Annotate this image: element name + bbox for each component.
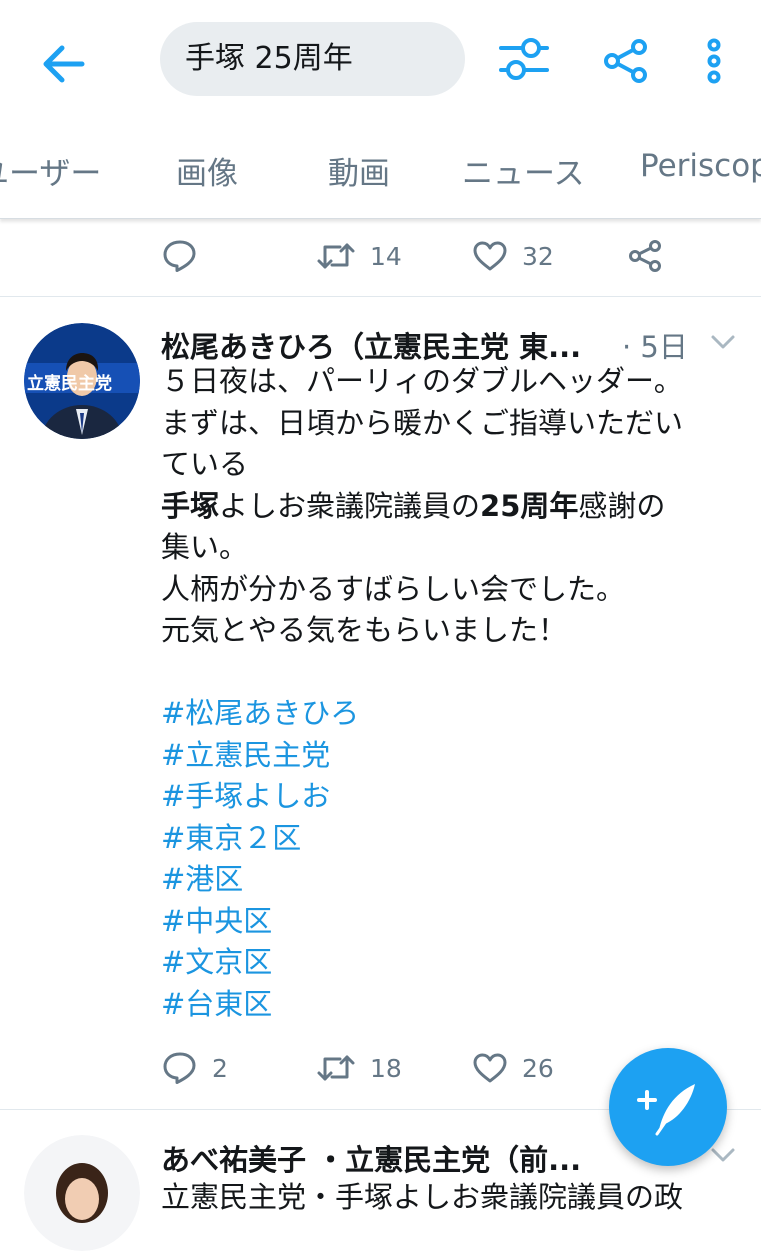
back-arrow-icon[interactable] (40, 40, 88, 88)
search-input[interactable]: 手塚 25周年 (160, 22, 465, 96)
prev-tweet-actions: 14 32 (0, 231, 761, 281)
reply-button[interactable]: 2 (162, 1043, 228, 1093)
hashtag-link[interactable]: #文京区 (161, 942, 741, 984)
retweet-icon (317, 243, 355, 269)
avatar-party-text: 立憲民主党 (27, 373, 112, 394)
retweet-button[interactable]: 18 (316, 1043, 402, 1093)
compose-tweet-button[interactable] (609, 1048, 727, 1166)
tweet-author[interactable]: あべ祐美子 ・立憲民主党（前... (161, 1137, 581, 1179)
tweet-author[interactable]: 松尾あきひろ（立憲民主党 東... (161, 324, 581, 366)
tweet-line: 集い。 (161, 530, 249, 564)
more-vertical-icon[interactable] (703, 38, 725, 84)
retweet-button[interactable]: 14 (316, 231, 402, 281)
highlight-keyword: 手塚 (161, 488, 220, 523)
reply-icon (163, 1052, 196, 1084)
heart-icon (473, 1053, 507, 1083)
heart-icon (473, 241, 507, 271)
hashtag-link[interactable]: #台東区 (161, 984, 741, 1026)
hashtag-link[interactable]: #松尾あきひろ (161, 693, 741, 735)
like-button[interactable]: 26 (472, 1043, 554, 1093)
tweet-text: ５日夜は、パーリィのダブルヘッダー。 まずは、日頃から暖かくご指導いただい てい… (161, 361, 741, 1025)
avatar[interactable]: 立憲民主党 (24, 323, 140, 439)
tweet-line: 手塚よしお衆議院議員の25周年感謝の (161, 488, 666, 523)
tweet-line: ている (161, 447, 249, 481)
share-icon[interactable] (603, 38, 649, 84)
like-button[interactable]: 32 (472, 231, 554, 281)
hashtag-link[interactable]: #中央区 (161, 901, 741, 943)
reply-button[interactable] (162, 231, 198, 281)
tweet-line: 元気とやる気をもらいました！ (161, 613, 568, 647)
search-tabs: ユーザー 画像 動画 ニュース Periscope (0, 130, 761, 219)
tab-videos[interactable]: 動画 (328, 148, 390, 193)
filter-icon[interactable] (497, 36, 551, 84)
tweet-line: 立憲民主党・手塚よしお衆議院議員の政 (161, 1180, 684, 1214)
tab-news[interactable]: ニュース (462, 148, 584, 193)
retweet-icon (317, 1055, 355, 1081)
tab-users[interactable]: ユーザー (0, 148, 101, 193)
tab-periscope[interactable]: Periscope (640, 148, 761, 184)
hashtag-link[interactable]: #港区 (161, 859, 741, 901)
retweet-count: 14 (370, 241, 402, 271)
avatar[interactable] (24, 1135, 140, 1251)
like-count: 32 (522, 241, 554, 271)
top-bar: 手塚 25周年 (0, 0, 761, 130)
like-count: 26 (522, 1053, 554, 1083)
tweet-line: まずは、日頃から暖かくご指導いただい (161, 405, 684, 440)
hashtag-link[interactable]: #手塚よしお (161, 776, 741, 818)
reply-count: 2 (212, 1053, 228, 1083)
retweet-count: 18 (370, 1053, 402, 1083)
tweet-time: · 5日 (622, 330, 688, 364)
highlight-keyword: 25周年 (480, 488, 579, 523)
hashtag-link[interactable]: #立憲民主党 (161, 735, 741, 777)
divider (0, 296, 761, 297)
share-tweet-button[interactable] (628, 231, 662, 281)
reply-icon (163, 240, 196, 272)
tweet-line: 人柄が分かるすばらしい会でした。 (161, 571, 626, 606)
tweet-line: ５日夜は、パーリィのダブルヘッダー。 (161, 364, 683, 398)
next-tweet-text: 立憲民主党・手塚よしお衆議院議員の政 (161, 1177, 741, 1219)
hashtag-link[interactable]: #東京２区 (161, 818, 741, 860)
compose-icon (637, 1084, 695, 1136)
tab-images[interactable]: 画像 (176, 148, 238, 193)
chevron-down-icon[interactable] (710, 332, 736, 352)
share-icon (629, 240, 661, 272)
